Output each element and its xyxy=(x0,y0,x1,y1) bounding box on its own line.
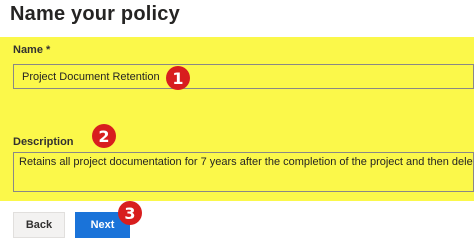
annotation-marker-3: 3 xyxy=(118,201,142,225)
description-label: Description xyxy=(13,136,74,148)
annotation-marker-2: 2 xyxy=(92,124,116,148)
page-title: Name your policy xyxy=(10,3,180,25)
name-label: Name * xyxy=(13,44,51,56)
name-input[interactable] xyxy=(13,64,474,89)
description-textarea[interactable]: Retains all project documentation for 7 … xyxy=(13,152,474,192)
back-button[interactable]: Back xyxy=(13,212,65,238)
annotation-marker-1: 1 xyxy=(166,66,190,90)
